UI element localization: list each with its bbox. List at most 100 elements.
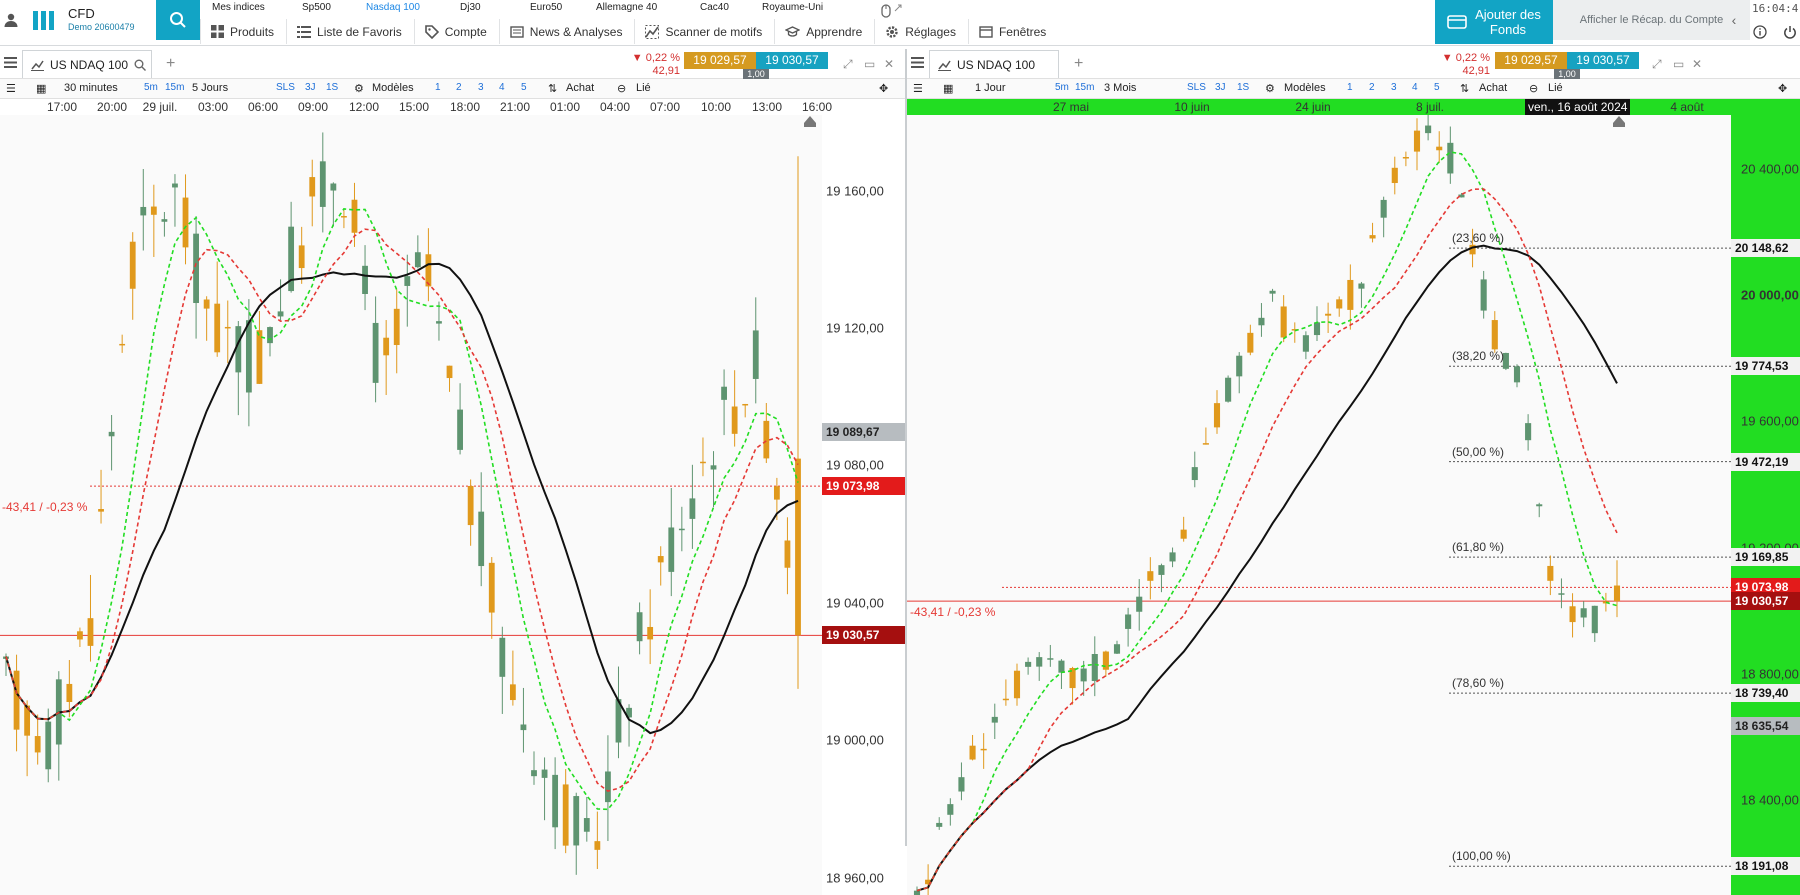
instrument-6[interactable]: Cac40 xyxy=(700,2,729,13)
models-button[interactable]: Modèles xyxy=(372,82,414,94)
bid-price-button[interactable]: 19 029,57 xyxy=(684,52,756,69)
link-icon[interactable]: ⊖ xyxy=(617,82,626,95)
restore-icon[interactable]: ▭ xyxy=(1673,57,1684,71)
buy-button[interactable]: Achat xyxy=(1479,82,1507,94)
period-select[interactable]: 3 Mois xyxy=(1104,82,1136,94)
close-icon[interactable]: ✕ xyxy=(884,57,894,71)
add-tab-button[interactable]: + xyxy=(166,55,175,73)
quick-period-sls[interactable]: SLS xyxy=(276,82,295,93)
candlestick-chart[interactable] xyxy=(907,115,1800,895)
close-icon[interactable]: ✕ xyxy=(1692,57,1702,71)
trade-size[interactable]: 1,00 xyxy=(1495,69,1639,79)
layout-2[interactable]: 2 xyxy=(456,82,462,93)
models-button[interactable]: Modèles xyxy=(1284,82,1326,94)
price-tick-label: 18 960,00 xyxy=(826,870,884,886)
layout-2[interactable]: 2 xyxy=(1369,82,1375,93)
menu-reglages[interactable]: Réglages xyxy=(874,19,968,44)
drawing-list-icon[interactable]: ☰ xyxy=(6,82,16,95)
instrument-4[interactable]: Euro50 xyxy=(530,2,562,13)
menu-news[interactable]: News & Analyses xyxy=(498,19,635,44)
instrument-0[interactable]: Mes indices xyxy=(212,2,265,13)
layout-icon[interactable]: ▦ xyxy=(36,82,46,95)
quick-interval-15m[interactable]: 15m xyxy=(165,82,184,93)
candle-body xyxy=(488,562,495,613)
instrument-1[interactable]: Sp500 xyxy=(302,2,331,13)
bid-price-button[interactable]: 19 029,57 xyxy=(1495,52,1567,69)
ask-price-button[interactable]: 19 030,57 xyxy=(756,52,828,69)
candle-body xyxy=(552,774,559,828)
info-icon[interactable] xyxy=(1752,24,1768,40)
models-icon[interactable]: ⚙ xyxy=(354,82,364,95)
layout-5[interactable]: 5 xyxy=(1434,82,1440,93)
quick-period-1s[interactable]: 1S xyxy=(326,82,338,93)
add-funds-button[interactable]: Ajouter des Fonds xyxy=(1435,0,1553,44)
link-icon[interactable]: ⊖ xyxy=(1529,82,1538,95)
price-axis[interactable]: 19 160,00 19 120,00 19 080,00 19 040,00 19 0… xyxy=(822,115,905,895)
quick-period-3j[interactable]: 3J xyxy=(1215,82,1226,93)
candle-body xyxy=(1313,322,1321,336)
layout-1[interactable]: 1 xyxy=(1347,82,1353,93)
period-select[interactable]: 5 Jours xyxy=(192,82,228,94)
interval-select[interactable]: 1 Jour xyxy=(975,82,1006,94)
candle-body xyxy=(1536,504,1543,507)
tab-us-ndaq-100[interactable]: US NDAQ 100 xyxy=(929,50,1059,78)
fib-level-label: (61,80 %) xyxy=(1452,540,1505,555)
restore-icon[interactable]: ▭ xyxy=(864,57,875,71)
price-axis[interactable]: 20 400,0020 000,0019 600,0019 200,0018 8… xyxy=(1731,115,1800,895)
list-icon xyxy=(297,25,312,38)
trade-size[interactable]: 1,00 xyxy=(684,69,828,79)
linked-toggle[interactable]: Lié xyxy=(636,82,651,94)
brand-name: CFD xyxy=(68,6,95,21)
user-icon[interactable] xyxy=(0,0,22,40)
crosshair-icon[interactable]: ✥ xyxy=(879,82,888,95)
ma-value-tag: 18 635,54 xyxy=(1731,716,1800,735)
quick-interval-5m[interactable]: 5m xyxy=(1055,82,1069,93)
candlestick-chart[interactable] xyxy=(0,115,905,895)
crosshair-icon[interactable]: ✥ xyxy=(1778,82,1787,95)
linked-toggle[interactable]: Lié xyxy=(1548,82,1563,94)
trade-icon[interactable]: ⇅ xyxy=(548,82,557,95)
ask-price-button[interactable]: 19 030,57 xyxy=(1567,52,1639,69)
popout-icon[interactable]: ⤢ xyxy=(1652,57,1662,72)
instrument-2[interactable]: Nasdaq 100 xyxy=(366,2,420,13)
candle-body xyxy=(1202,443,1209,445)
quick-period-1s[interactable]: 1S xyxy=(1237,82,1249,93)
menu-compte[interactable]: Compte xyxy=(413,19,499,44)
menu-fenetres[interactable]: Fenêtres xyxy=(967,19,1058,44)
layout-1[interactable]: 1 xyxy=(435,82,441,93)
power-icon[interactable] xyxy=(1782,24,1798,40)
popout-icon[interactable]: ⤢ xyxy=(843,57,853,72)
layout-3[interactable]: 3 xyxy=(478,82,484,93)
quick-interval-15m[interactable]: 15m xyxy=(1075,82,1094,93)
layout-4[interactable]: 4 xyxy=(1412,82,1418,93)
menu-favoris[interactable]: Liste de Favoris xyxy=(286,19,414,44)
menu-scanner[interactable]: Scanner de motifs xyxy=(634,19,774,44)
menu-apprendre[interactable]: Apprendre xyxy=(774,19,874,44)
buy-button[interactable]: Achat xyxy=(566,82,594,94)
candle-body xyxy=(1047,658,1054,660)
search-button[interactable] xyxy=(156,0,200,40)
quick-period-sls[interactable]: SLS xyxy=(1187,82,1206,93)
menu-produits[interactable]: Produits xyxy=(200,19,286,44)
layout-icon[interactable]: ▦ xyxy=(943,82,953,95)
interval-select[interactable]: 30 minutes xyxy=(64,82,118,94)
quick-period-3j[interactable]: 3J xyxy=(305,82,316,93)
tab-us-ndaq-100[interactable]: US NDAQ 100 xyxy=(22,50,152,78)
layout-5[interactable]: 5 xyxy=(521,82,527,93)
instrument-5[interactable]: Allemagne 40 xyxy=(596,2,657,13)
quick-interval-5m[interactable]: 5m xyxy=(144,82,158,93)
models-icon[interactable]: ⚙ xyxy=(1265,82,1275,95)
instrument-3[interactable]: Dj30 xyxy=(460,2,481,13)
layout-4[interactable]: 4 xyxy=(499,82,505,93)
trade-icon[interactable]: ⇅ xyxy=(1460,82,1469,95)
layout-3[interactable]: 3 xyxy=(1391,82,1397,93)
candle-body xyxy=(330,183,337,191)
drawing-list-icon[interactable]: ☰ xyxy=(913,82,923,95)
hamburger-icon[interactable] xyxy=(911,57,924,71)
add-tab-button[interactable]: + xyxy=(1074,55,1083,73)
hamburger-icon[interactable] xyxy=(4,57,17,71)
collapse-chevron-icon[interactable]: ‹ xyxy=(1720,0,1748,40)
instrument-7[interactable]: Royaume-Uni xyxy=(762,2,823,13)
expand-icon[interactable] xyxy=(890,0,906,16)
time-tick-label: 18:00 xyxy=(449,100,481,114)
